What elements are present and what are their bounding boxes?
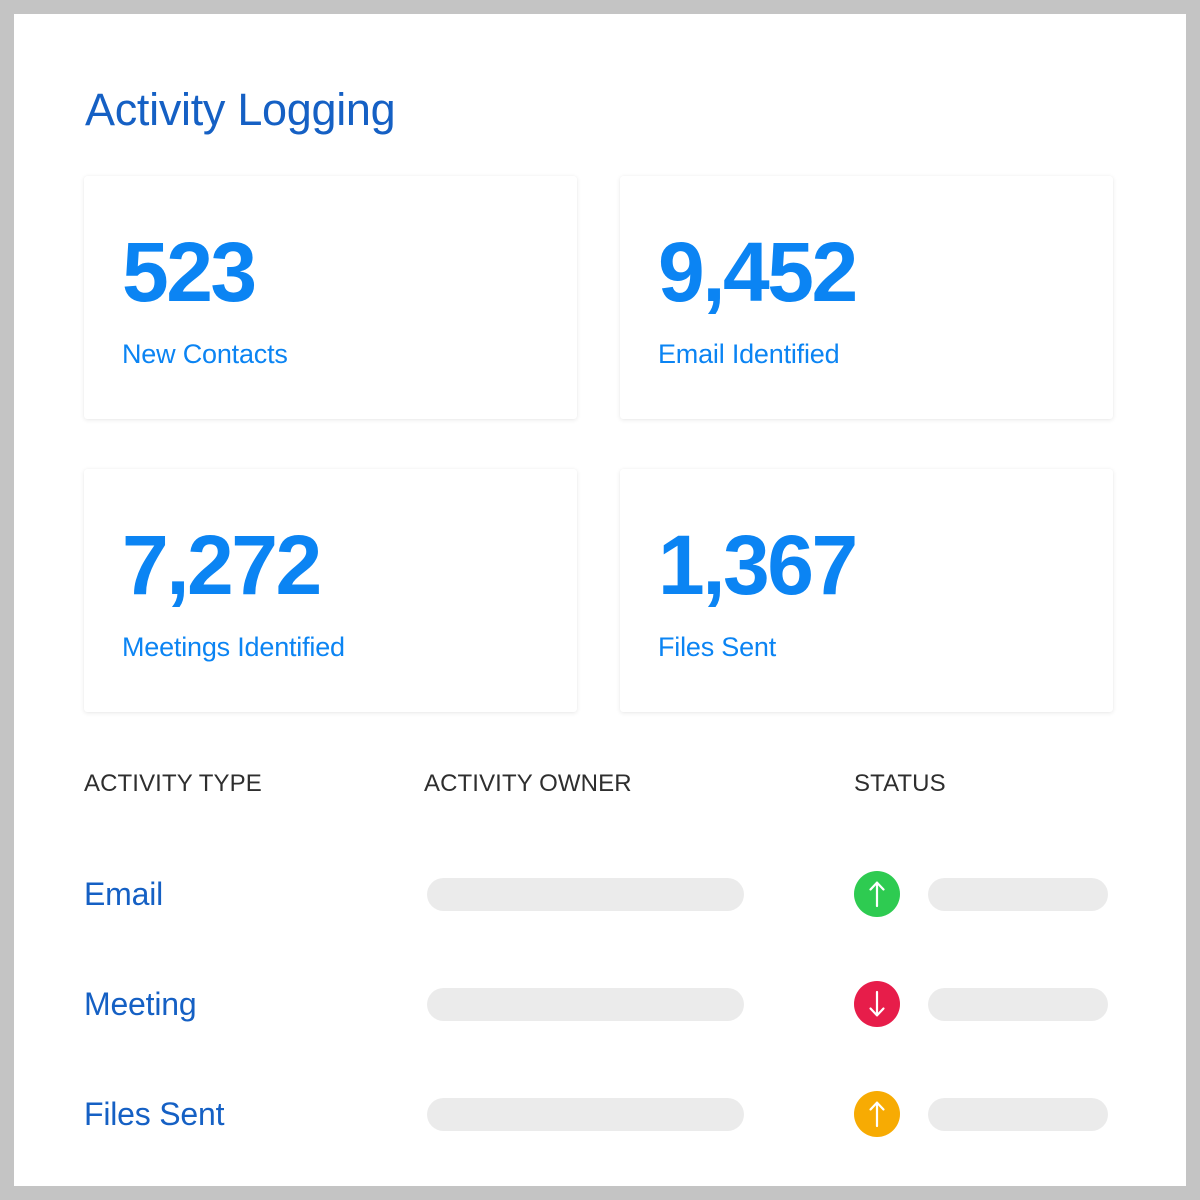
stat-card-new-contacts[interactable]: 523 New Contacts [84, 176, 577, 419]
activity-owner-cell [424, 1097, 854, 1131]
status-cell [854, 1091, 1116, 1137]
page-frame: Activity Logging 523 New Contacts 9,452 … [14, 14, 1186, 1186]
stat-value: 1,367 [658, 518, 858, 612]
owner-placeholder-bar [427, 877, 744, 911]
activity-owner-cell [424, 987, 854, 1021]
status-cell [854, 871, 1116, 917]
arrow-down-icon [854, 981, 900, 1027]
column-header-activity-type[interactable]: ACTIVITY TYPE [84, 770, 424, 798]
owner-placeholder-bar [427, 987, 744, 1021]
arrow-up-icon [854, 871, 900, 917]
arrow-up-icon [854, 1091, 900, 1137]
stat-card-files-sent[interactable]: 1,367 Files Sent [620, 469, 1113, 712]
stat-label: Email Identified [658, 339, 840, 369]
owner-placeholder-bar [427, 1097, 744, 1131]
stat-label: Meetings Identified [122, 632, 345, 662]
stat-card-meetings-identified[interactable]: 7,272 Meetings Identified [84, 469, 577, 712]
column-header-activity-owner[interactable]: ACTIVITY OWNER [424, 770, 854, 798]
status-placeholder-bar [928, 877, 1108, 911]
activity-type-label[interactable]: Meeting [84, 985, 424, 1023]
activity-type-label[interactable]: Files Sent [84, 1095, 424, 1133]
table-body: Email Meeting Files Sent [84, 856, 1116, 1152]
activity-owner-cell [424, 877, 854, 911]
table-row[interactable]: Email [84, 856, 1116, 932]
activity-type-label[interactable]: Email [84, 875, 424, 913]
stat-value: 523 [122, 225, 257, 319]
stat-value: 9,452 [658, 225, 858, 319]
activity-table: ACTIVITY TYPE ACTIVITY OWNER STATUS Emai… [84, 770, 1116, 1152]
table-row[interactable]: Meeting [84, 966, 1116, 1042]
stat-label: New Contacts [122, 339, 288, 369]
status-placeholder-bar [928, 987, 1108, 1021]
status-cell [854, 981, 1116, 1027]
stat-card-grid: 523 New Contacts 9,452 Email Identified … [84, 176, 1113, 712]
stat-value: 7,272 [122, 518, 322, 612]
status-placeholder-bar [928, 1097, 1108, 1131]
table-row[interactable]: Files Sent [84, 1076, 1116, 1152]
column-header-status[interactable]: STATUS [854, 770, 1116, 798]
stat-label: Files Sent [658, 632, 777, 662]
table-header-row: ACTIVITY TYPE ACTIVITY OWNER STATUS [84, 770, 1116, 820]
stat-card-email-identified[interactable]: 9,452 Email Identified [620, 176, 1113, 419]
page-title: Activity Logging [85, 84, 396, 135]
